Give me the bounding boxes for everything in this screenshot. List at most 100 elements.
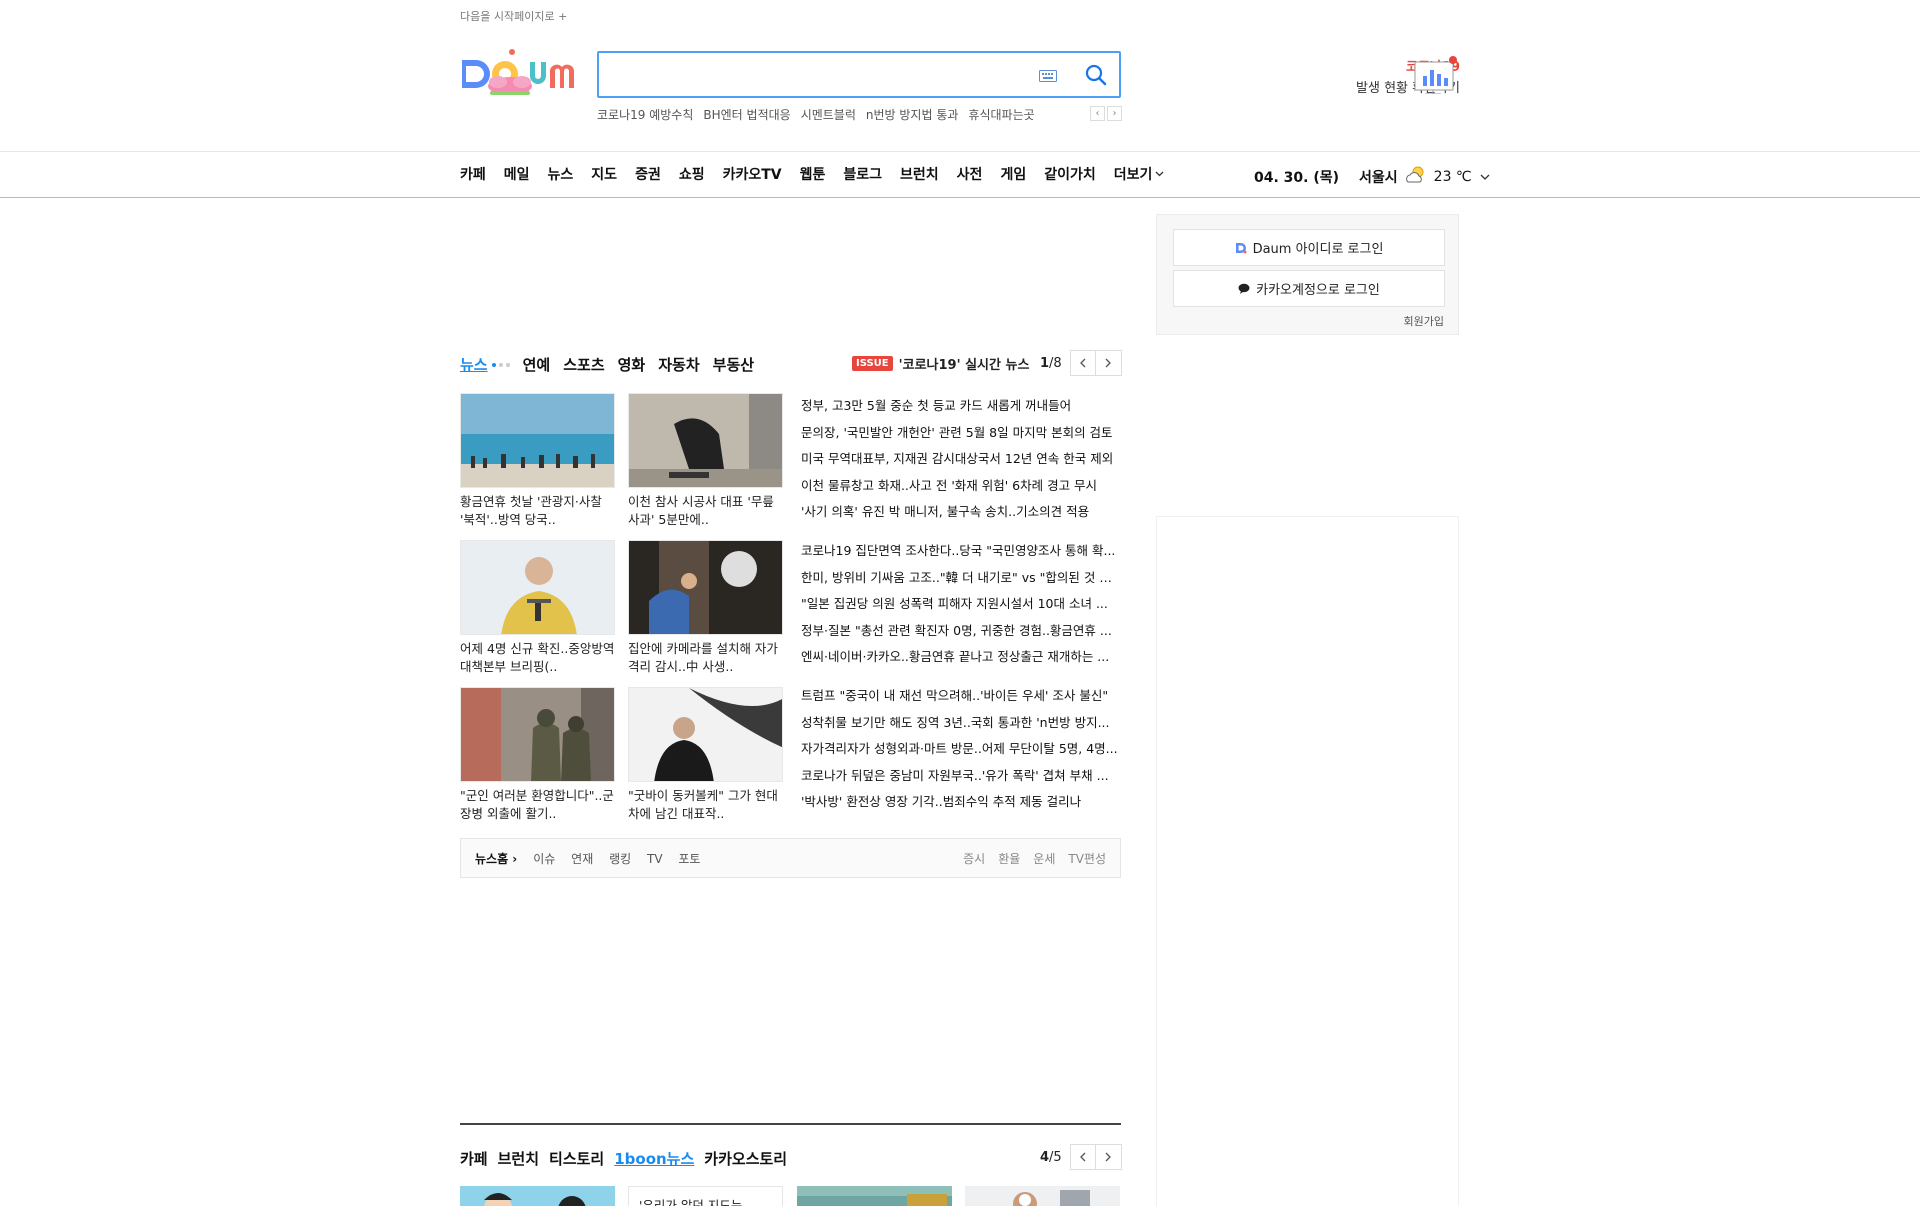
tab-entertainment[interactable]: 연예 bbox=[523, 354, 551, 375]
news-thumb-card[interactable]: "군인 여러분 환영합니다"..군장병 외출에 활기.. bbox=[460, 687, 615, 823]
set-start-page-link[interactable]: 다음을 시작페이지로 + bbox=[460, 8, 567, 24]
headline-link[interactable]: 성착취물 보기만 해도 징역 3년..국회 통과한 'n번방 방지... bbox=[801, 710, 1121, 737]
today-date: 04. 30. (목) bbox=[1254, 170, 1340, 186]
chevron-right-icon bbox=[1105, 1152, 1112, 1162]
headline-link[interactable]: 정부, 고3만 5월 중순 첫 등교 카드 새롭게 꺼내들어 bbox=[801, 393, 1121, 420]
headline-link[interactable]: 코로나19 집단면역 조사한다..당국 "국민영양조사 통해 확... bbox=[801, 538, 1121, 565]
link-fortune[interactable]: 운세 bbox=[1033, 850, 1055, 867]
nav-item-together[interactable]: 같이가치 bbox=[1044, 164, 1096, 184]
link-exchange-rate[interactable]: 환율 bbox=[998, 850, 1020, 867]
search-input[interactable] bbox=[611, 63, 1011, 87]
news-thumb-image bbox=[460, 687, 615, 782]
news-thumb-card[interactable]: 황금연휴 첫날 '관광지·사찰 '북적'..방역 당국.. bbox=[460, 393, 615, 529]
trend-keyword[interactable]: 코로나19 예방수칙 bbox=[597, 106, 693, 123]
headline-link[interactable]: 자가격리자가 성형외과·마트 방문..어제 무단이탈 5명, 4명... bbox=[801, 736, 1121, 763]
headline-link[interactable]: 한미, 방위비 기싸움 고조.."韓 더 내기로" vs "합의된 것 없... bbox=[801, 565, 1121, 592]
next-page-button[interactable] bbox=[1095, 350, 1122, 376]
trend-keyword[interactable]: n번방 방지법 통과 bbox=[866, 106, 959, 123]
news-home-link[interactable]: 뉴스홈 › bbox=[475, 850, 517, 867]
news-thumb-card[interactable]: "굿바이 동커볼케" 그가 현대차에 남긴 대표작.. bbox=[628, 687, 783, 823]
news-link-issue[interactable]: 이슈 bbox=[533, 852, 555, 866]
content-text-card[interactable]: '우리가 알던 지도는 bbox=[628, 1186, 783, 1206]
section-divider bbox=[460, 1123, 1121, 1125]
prev-page-button[interactable] bbox=[1069, 350, 1096, 376]
tab-sports[interactable]: 스포츠 bbox=[563, 354, 604, 375]
daum-d-icon bbox=[1235, 242, 1247, 253]
signup-link[interactable]: 회원가입 bbox=[1404, 313, 1444, 329]
news-link-tv[interactable]: TV bbox=[647, 852, 663, 866]
news-thumb-image bbox=[460, 540, 615, 635]
nav-more-button[interactable]: 더보기 bbox=[1114, 164, 1165, 184]
news-link-photo[interactable]: 포토 bbox=[678, 852, 700, 866]
search-icon[interactable] bbox=[1085, 64, 1107, 89]
nav-item-mail[interactable]: 메일 bbox=[504, 164, 530, 184]
search-box bbox=[597, 51, 1121, 98]
next-arrow-icon[interactable]: › bbox=[1107, 106, 1122, 121]
headline-link[interactable]: '박사방' 환전상 영장 기각..범죄수익 추적 제동 걸리나 bbox=[801, 789, 1121, 816]
news-right-links: 증시 환율 운세 TV편성 bbox=[963, 850, 1106, 867]
nav-item-news[interactable]: 뉴스 bbox=[548, 164, 574, 184]
tab-realestate[interactable]: 부동산 bbox=[713, 354, 754, 375]
content-thumb-card[interactable] bbox=[460, 1186, 615, 1206]
news-thumb-card[interactable]: 이천 참사 시공사 대표 '무릎 사과' 5분만에.. bbox=[628, 393, 783, 529]
nav-item-brunch[interactable]: 브런치 bbox=[900, 164, 939, 184]
daum-logo[interactable] bbox=[460, 48, 578, 98]
headline-link[interactable]: 엔씨·네이버·카카오..황금연휴 끝나고 정상출근 재개하는 ... bbox=[801, 644, 1121, 671]
news-thumb-card[interactable]: 어제 4명 신규 확진..중앙방역대책본부 브리핑(.. bbox=[460, 540, 615, 676]
page-current: 4 bbox=[1040, 1149, 1050, 1165]
headline-link[interactable]: 미국 무역대표부, 지재권 감시대상국서 12년 연속 한국 제외 bbox=[801, 446, 1121, 473]
headline-list: 코로나19 집단면역 조사한다..당국 "국민영양조사 통해 확... 한미, … bbox=[801, 538, 1121, 671]
nav-item-stock[interactable]: 증권 bbox=[635, 164, 661, 184]
nav-item-shopping[interactable]: 쇼핑 bbox=[679, 164, 705, 184]
headline-link[interactable]: "일본 집권당 의원 성폭력 피해자 지원시설서 10대 소녀 ... bbox=[801, 591, 1121, 618]
nav-item-kakaotv[interactable]: 카카오TV bbox=[723, 164, 782, 184]
headline-link[interactable]: 정부·질본 "총선 관련 확진자 0명, 귀중한 경험..황금연휴 ... bbox=[801, 618, 1121, 645]
link-tv-schedule[interactable]: TV편성 bbox=[1068, 850, 1106, 867]
headline-link[interactable]: '사기 의혹' 유진 박 매니저, 불구속 송치..기소의견 적용 bbox=[801, 499, 1121, 526]
tab-cafe[interactable]: 카페 bbox=[460, 1148, 488, 1169]
issue-link[interactable]: ISSUE '코로나19' 실시간 뉴스 bbox=[852, 354, 1029, 373]
prev-page-button[interactable] bbox=[1069, 1144, 1096, 1170]
daum-login-button[interactable]: Daum 아이디로 로그인 bbox=[1173, 229, 1445, 266]
nav-item-cafe[interactable]: 카페 bbox=[460, 164, 486, 184]
nav-item-blog[interactable]: 블로그 bbox=[843, 164, 882, 184]
tab-1boon[interactable]: 1boon뉴스 bbox=[614, 1148, 694, 1169]
nav-item-dictionary[interactable]: 사전 bbox=[957, 164, 983, 184]
trend-keyword[interactable]: 시멘트블럭 bbox=[801, 106, 856, 123]
headline-link[interactable]: 이천 물류창고 화재..사고 전 '화재 위험' 6차례 경고 무시 bbox=[801, 473, 1121, 500]
trend-keyword[interactable]: 휴식대파는곳 bbox=[968, 106, 1034, 123]
nav-item-map[interactable]: 지도 bbox=[591, 164, 617, 184]
headline-link[interactable]: 문의장, '국민발안 개헌안' 관련 5월 8일 마지막 본회의 검토 bbox=[801, 420, 1121, 447]
content-thumb-card[interactable] bbox=[797, 1186, 952, 1206]
link-stock[interactable]: 증시 bbox=[963, 850, 985, 867]
news-link-ranking[interactable]: 랭킹 bbox=[609, 852, 631, 866]
tab-movie[interactable]: 영화 bbox=[618, 354, 646, 375]
nav-divider bbox=[0, 197, 1920, 198]
trending-keywords: 코로나19 예방수칙 BH엔터 법적대응 시멘트블럭 n번방 방지법 통과 휴식… bbox=[597, 106, 1035, 123]
covid-chart-icon[interactable] bbox=[1413, 54, 1459, 97]
next-page-button[interactable] bbox=[1095, 1144, 1122, 1170]
nav-item-game[interactable]: 게임 bbox=[1000, 164, 1026, 184]
tab-kakaostory[interactable]: 카카오스토리 bbox=[704, 1148, 787, 1169]
tab-car[interactable]: 자동차 bbox=[658, 354, 699, 375]
news-link-series[interactable]: 연재 bbox=[571, 852, 593, 866]
keyboard-icon[interactable] bbox=[1039, 70, 1057, 85]
chevron-down-icon[interactable] bbox=[1480, 174, 1490, 180]
login-box: Daum 아이디로 로그인 카카오계정으로 로그인 회원가입 bbox=[1156, 214, 1459, 335]
issue-title: '코로나19' 실시간 뉴스 bbox=[898, 358, 1030, 373]
weather-temp: 23 ℃ bbox=[1433, 169, 1472, 185]
tab-news[interactable]: 뉴스 bbox=[460, 354, 488, 375]
tab-brunch[interactable]: 브런치 bbox=[498, 1148, 539, 1169]
kakao-login-button[interactable]: 카카오계정으로 로그인 bbox=[1173, 270, 1445, 307]
news-thumb-image bbox=[460, 393, 615, 488]
content-thumb-card[interactable] bbox=[965, 1186, 1120, 1206]
chevron-left-icon bbox=[1079, 1152, 1086, 1162]
news-thumb-card[interactable]: 집안에 카메라를 설치해 자가격리 감시..中 사생.. bbox=[628, 540, 783, 676]
nav-item-webtoon[interactable]: 웹툰 bbox=[800, 164, 826, 184]
trend-keyword[interactable]: BH엔터 법적대응 bbox=[703, 106, 790, 123]
headline-link[interactable]: 트럼프 "중국이 내 재선 막으려해..'바이든 우세' 조사 불신" bbox=[801, 683, 1121, 710]
tab-tistory[interactable]: 티스토리 bbox=[549, 1148, 604, 1169]
headline-link[interactable]: 코로나가 뒤덮은 중남미 자원부국..'유가 폭락' 겹쳐 부채 ... bbox=[801, 763, 1121, 790]
weather-widget[interactable]: 04. 30. (목) 서울시 23 ℃ bbox=[1254, 164, 1490, 190]
prev-arrow-icon[interactable]: ‹ bbox=[1090, 106, 1105, 121]
